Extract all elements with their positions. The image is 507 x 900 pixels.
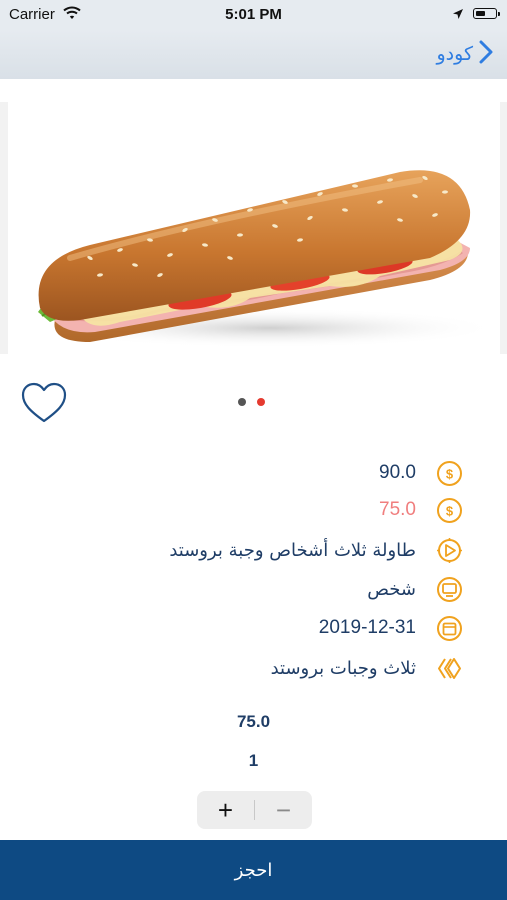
carousel-edge-right — [500, 102, 507, 354]
navigation-bar: كودو — [0, 30, 507, 79]
sale-price-value: 75.0 — [379, 499, 416, 520]
carousel-edge-left — [0, 102, 8, 354]
status-bar: Carrier 5:01 PM — [0, 0, 507, 30]
offer-title: طاولة ثلاث أشخاص وجبة بروستد — [169, 539, 416, 561]
total-price: 75.0 — [236, 712, 271, 731]
heart-icon — [20, 382, 68, 429]
title-row: طاولة ثلاث أشخاص وجبة بروستد — [169, 531, 463, 569]
decrement-button[interactable]: − — [255, 791, 312, 829]
dollar-coin-icon: $ — [437, 497, 462, 523]
dollar-coin-icon: $ — [437, 460, 462, 486]
chevrons-icon — [438, 657, 461, 679]
battery-icon — [473, 8, 500, 19]
increment-button[interactable]: + — [197, 791, 254, 829]
back-button[interactable]: كودو — [437, 39, 494, 69]
sale-price-row: 75.0 $ — [379, 491, 463, 529]
product-image-carousel[interactable] — [0, 80, 507, 355]
back-button-label: كودو — [436, 43, 474, 65]
unit-row: شخص — [367, 570, 463, 608]
offer-description: ثلاث وجبات بروستد — [270, 657, 416, 679]
carousel-dot-active[interactable] — [257, 398, 265, 406]
quantity-value: 1 — [248, 751, 259, 770]
location-arrow-icon — [452, 7, 464, 24]
description-row: ثلاث وجبات بروستد — [271, 649, 463, 687]
calendar-icon — [437, 615, 462, 641]
book-button-label: احجز — [234, 859, 273, 881]
clock-play-icon — [437, 537, 462, 563]
book-button[interactable]: احجز — [0, 840, 507, 900]
price-row: 90.0 $ — [379, 454, 463, 492]
sandwich-photo — [38, 170, 500, 348]
clock: 5:01 PM — [225, 6, 282, 23]
price-value: 90.0 — [379, 462, 416, 483]
date-row: 2019-12-31 — [319, 609, 463, 647]
date-value: 2019-12-31 — [318, 617, 416, 638]
svg-text:$: $ — [446, 466, 454, 481]
carousel-page-indicator[interactable] — [238, 398, 265, 406]
chevron-right-icon — [479, 40, 493, 68]
unit-value: شخص — [367, 578, 416, 600]
favorite-button[interactable] — [20, 381, 68, 425]
carousel-dot[interactable] — [238, 398, 246, 406]
svg-text:$: $ — [446, 503, 454, 518]
quantity-stepper[interactable]: + − — [197, 791, 312, 829]
screen-icon — [437, 576, 462, 602]
